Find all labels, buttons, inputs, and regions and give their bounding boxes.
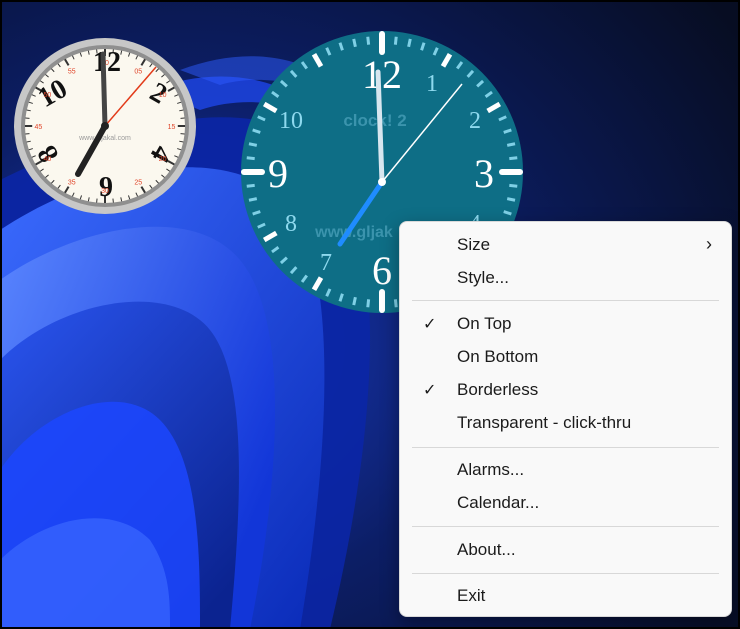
teal-clock-hub	[378, 178, 386, 186]
menu-item-label: About...	[457, 540, 516, 559]
teal-clock-numeral-8: 8	[285, 211, 297, 237]
menu-item-size[interactable]: Size ›	[405, 228, 726, 260]
menu-separator	[412, 573, 719, 574]
teal-clock-tick	[509, 183, 518, 188]
menu-item-alarms[interactable]: Alarms...	[405, 453, 726, 485]
teal-clock-tick	[509, 156, 518, 161]
classic-clock-minute-label: 45	[35, 124, 43, 131]
classic-clock-minute-label: 05	[134, 69, 142, 76]
classic-clock-minute-label: 25	[134, 179, 142, 186]
menu-item-on-top[interactable]: ✓ On Top	[405, 307, 726, 339]
classic-clock-minute-label: 15	[168, 124, 176, 131]
menu-item-label: On Bottom	[457, 347, 539, 366]
menu-separator	[412, 447, 719, 448]
teal-clock-numeral-2: 2	[469, 108, 481, 134]
teal-clock-numeral-7: 7	[320, 250, 332, 276]
teal-clock-tick	[366, 36, 371, 45]
menu-item-on-bottom[interactable]: On Bottom	[405, 340, 726, 372]
teal-clock-tick	[393, 36, 398, 45]
classic-clock-minute-label: 20	[159, 156, 167, 163]
menu-item-transparent-click-thru[interactable]: Transparent - click-thru	[405, 406, 726, 438]
menu-item-label: Calendar...	[457, 493, 540, 512]
menu-item-label: Transparent - click-thru	[457, 413, 632, 432]
teal-clock-tick	[246, 156, 255, 161]
teal-clock-numeral-3: 3	[474, 151, 494, 196]
classic-clock-minute-label: 40	[43, 156, 51, 163]
teal-clock-numeral-6: 6	[372, 248, 392, 293]
teal-clock-tick	[366, 299, 371, 308]
classic-clock-watermark: www.gljakal.com	[78, 135, 131, 142]
classic-clock-hub	[101, 122, 109, 130]
teal-clock-tick	[407, 38, 412, 48]
classic-clock-minute-label: 30	[101, 188, 109, 195]
menu-separator	[412, 526, 719, 527]
menu-item-label: Borderless	[457, 380, 539, 399]
classic-clock-minute-label: 50	[43, 92, 51, 99]
teal-clock-tick	[506, 197, 516, 202]
classic-analog-clock[interactable]: 12 2 4 9 8 10 www.gljakal.com 6005101520…	[10, 36, 200, 216]
teal-clock-numeral-1: 1	[426, 71, 438, 97]
menu-item-label: Exit	[457, 586, 486, 605]
menu-item-style[interactable]: Style...	[405, 261, 726, 293]
teal-clock-title-text: clock! 2	[343, 111, 406, 130]
classic-clock-minute-label: 10	[159, 92, 167, 99]
teal-clock-numeral-12: 12	[362, 52, 402, 97]
teal-clock-tick	[393, 299, 398, 308]
menu-item-label: Style...	[457, 268, 509, 287]
menu-item-label: Alarms...	[457, 460, 525, 479]
chevron-right-icon: ›	[706, 234, 712, 254]
classic-clock-minute-label: 35	[68, 179, 76, 186]
check-icon: ✓	[423, 382, 437, 399]
teal-clock-tick	[352, 296, 357, 306]
menu-item-exit[interactable]: Exit	[405, 579, 726, 611]
menu-item-calendar[interactable]: Calendar...	[405, 486, 726, 518]
classic-clock-minute-label: 55	[68, 69, 76, 76]
check-icon: ✓	[423, 316, 437, 333]
teal-clock-tick	[246, 183, 255, 188]
teal-clock-tick	[352, 38, 357, 48]
menu-item-label: On Top	[457, 314, 512, 333]
menu-item-borderless[interactable]: ✓ Borderless	[405, 373, 726, 405]
teal-clock-numeral-9: 9	[268, 151, 288, 196]
teal-clock-tick	[248, 197, 258, 202]
teal-clock-numeral-10: 10	[279, 108, 303, 134]
clock-context-menu: Size › Style... ✓ On Top On Bottom ✓ Bor…	[399, 221, 732, 617]
classic-clock-minute-hand	[100, 51, 108, 129]
teal-clock-tick	[248, 142, 258, 147]
menu-item-label: Size	[457, 235, 491, 254]
menu-item-about[interactable]: About...	[405, 533, 726, 565]
teal-clock-tick	[506, 142, 516, 147]
menu-separator	[412, 300, 719, 301]
